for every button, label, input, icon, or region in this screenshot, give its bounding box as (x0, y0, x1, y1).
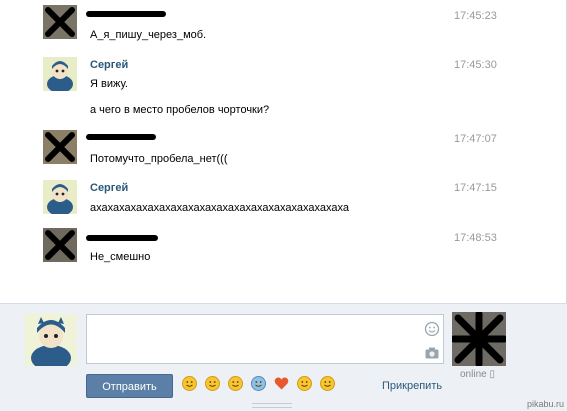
online-label: online (460, 369, 487, 380)
laugh-emoji-icon[interactable] (320, 376, 335, 391)
mobile-icon: ▯ (489, 369, 495, 380)
peer-avatar[interactable] (452, 312, 506, 366)
redacted-avatar[interactable] (43, 130, 77, 164)
message-text: а чего в место пробелов чорточки? (90, 104, 270, 116)
message-text: Потомучто_пробела_нет((( (90, 153, 228, 165)
user-avatar[interactable] (43, 57, 77, 93)
camera-icon[interactable] (424, 345, 440, 361)
message-history: 17:45:23 А_я_пишу_через_моб. Сергей 17:4… (0, 0, 567, 303)
redacted-author-name (86, 134, 156, 140)
online-status: online ▯ (460, 369, 495, 380)
author-name[interactable]: Сергей (90, 182, 128, 194)
message-time: 17:47:15 (454, 182, 497, 194)
redacted-avatar[interactable] (43, 228, 77, 262)
message-composer: online ▯ Отправить Прикрепить pikabu.ru (0, 303, 567, 411)
redacted-avatar[interactable] (43, 5, 77, 39)
message-text: ахахахахахахахахахахахахахахахахахахахах… (90, 202, 349, 214)
send-button[interactable]: Отправить (86, 374, 173, 398)
scared-emoji-icon[interactable] (251, 376, 266, 391)
message-time: 17:45:30 (454, 59, 497, 71)
message-text: Я вижу. (90, 78, 128, 90)
message-time: 17:45:23 (454, 10, 497, 22)
redacted-author-name (86, 11, 166, 17)
smile-icon[interactable] (424, 321, 440, 337)
message-input[interactable] (86, 314, 444, 364)
user-avatar[interactable] (43, 180, 77, 216)
message-text: Не_смешно (90, 251, 151, 263)
watermark: pikabu.ru (526, 399, 564, 409)
redacted-author-name (86, 235, 158, 241)
kiss-emoji-icon[interactable] (228, 376, 243, 391)
resize-grip[interactable] (252, 403, 292, 408)
message-text: А_я_пишу_через_моб. (90, 29, 207, 41)
wink-emoji-icon[interactable] (182, 376, 197, 391)
message-time: 17:48:53 (454, 232, 497, 244)
heart-emoji-icon[interactable] (274, 376, 289, 391)
message-time: 17:47:07 (454, 133, 497, 145)
author-name[interactable]: Сергей (90, 59, 128, 71)
my-avatar[interactable] (25, 314, 77, 371)
attach-link[interactable]: Прикрепить (382, 380, 442, 392)
neutral-emoji-icon[interactable] (297, 376, 312, 391)
grin-emoji-icon[interactable] (205, 376, 220, 391)
